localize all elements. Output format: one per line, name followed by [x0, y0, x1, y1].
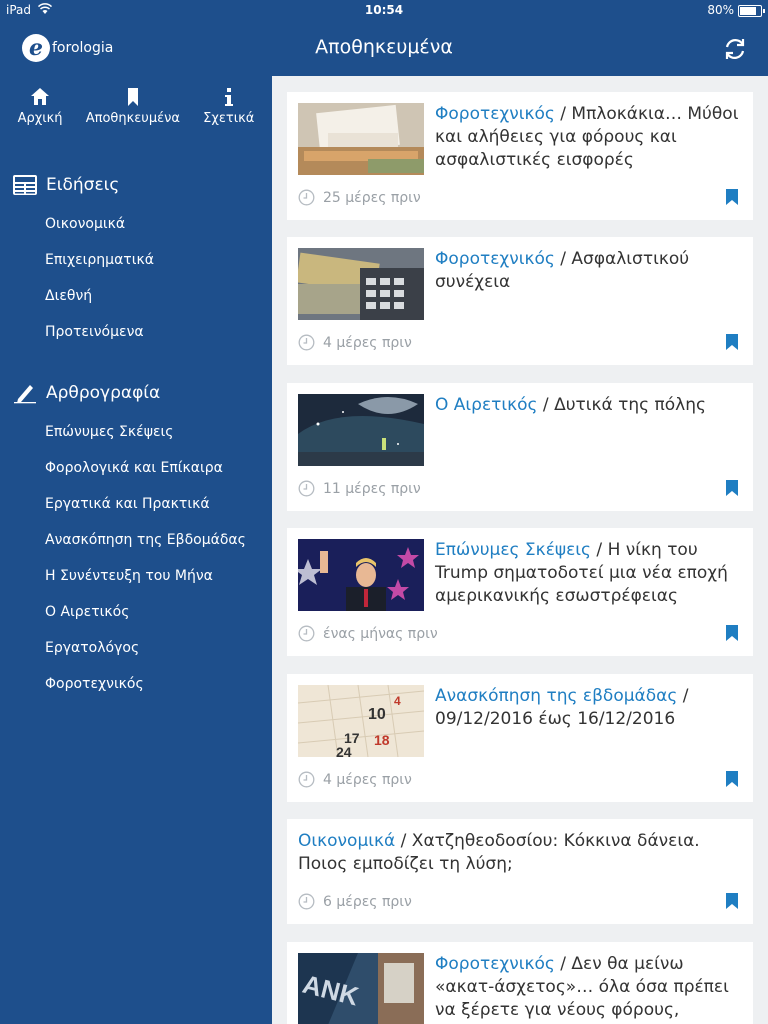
article-time: 6 μέρες πριν [323, 893, 412, 910]
article-category[interactable]: Φοροτεχνικός [435, 954, 555, 974]
clock: 10:54 [364, 3, 404, 17]
sidebar-news-item[interactable]: Επιχειρηματικά [45, 242, 272, 278]
sidebar-articles-item[interactable]: Φοροτεχνικός [45, 666, 272, 702]
article-category[interactable]: Ανασκόπηση της εβδομάδας [435, 686, 677, 706]
articles-list: Επώνυμες Σκέψεις Φορολογικά και Επίκαιρα Ε… [0, 414, 272, 702]
saved-articles-list: Φοροτεχνικός / Μπλοκάκια… Μύθοι και αλήθ… [272, 76, 768, 1024]
section-news: Ειδήσεις [12, 170, 272, 200]
svg-text:18: 18 [374, 732, 390, 748]
article-category[interactable]: Φοροτεχνικός [435, 104, 555, 124]
article-title: 09/12/2016 έως 16/12/2016 [435, 709, 676, 729]
newspaper-icon [13, 175, 37, 195]
battery-icon [738, 5, 765, 17]
bookmark-icon[interactable] [725, 188, 739, 206]
article-thumbnail [298, 539, 424, 611]
article-card[interactable]: Ο Αιρετικός / Δυτικά της πόλης 11 μέρες … [287, 383, 753, 511]
tab-home-label: Αρχική [17, 111, 63, 126]
info-icon [224, 88, 233, 106]
svg-text:24: 24 [336, 744, 352, 757]
section-articles-title: Αρθρογραφία [46, 383, 161, 403]
nav-bar: e forologia Αποθηκευμένα [0, 22, 768, 76]
article-time: 4 μέρες πριν [323, 334, 412, 351]
refresh-icon[interactable] [722, 36, 748, 62]
article-category[interactable]: Φοροτεχνικός [435, 249, 555, 269]
clock-icon [298, 893, 315, 910]
sidebar-articles-item[interactable]: Εργατικά και Πρακτικά [45, 486, 272, 522]
sidebar-articles-item[interactable]: Εργατολόγος [45, 630, 272, 666]
sidebar-tabs: Αρχική Αποθηκευμένα Σχετικά [0, 76, 272, 142]
sidebar-news-item[interactable]: Διεθνή [45, 278, 272, 314]
news-list: Οικονομικά Επιχειρηματικά Διεθνή Προτεινόμε… [0, 206, 272, 350]
home-icon [31, 88, 50, 105]
article-card[interactable]: Φοροτεχνικός / Ασφαλιστικού συνέχεια 4 μ… [287, 237, 753, 365]
status-bar: iPad 10:54 80% [0, 0, 768, 22]
article-thumbnail: 10 17 18 24 4 [298, 685, 424, 757]
bookmark-icon[interactable] [725, 892, 739, 910]
article-category[interactable]: Ο Αιρετικός [435, 395, 538, 415]
battery-level [740, 7, 756, 15]
article-time: 4 μέρες πριν [323, 771, 412, 788]
sidebar: Αρχική Αποθηκευμένα Σχετικά Ειδήσεις Οικ… [0, 76, 272, 1024]
clock-icon [298, 189, 315, 206]
sidebar-articles-item[interactable]: Ο Αιρετικός [45, 594, 272, 630]
article-card[interactable]: Φοροτεχνικός / Μπλοκάκια… Μύθοι και αλήθ… [287, 92, 753, 220]
tab-about-label: Σχετικά [203, 111, 255, 126]
bookmark-icon[interactable] [725, 624, 739, 642]
article-thumbnail [298, 103, 424, 175]
tab-about[interactable]: Σχετικά [203, 86, 254, 142]
section-news-title: Ειδήσεις [46, 175, 120, 195]
bookmark-icon[interactable] [725, 333, 739, 351]
bookmark-icon[interactable] [725, 770, 739, 788]
clock-icon [298, 334, 315, 351]
clock-icon [298, 480, 315, 497]
article-card[interactable]: Επώνυμες Σκέψεις / Η νίκη του Trump σημα… [287, 528, 753, 656]
tab-home[interactable]: Αρχική [18, 86, 63, 142]
pencil-icon [14, 385, 36, 404]
tab-saved-label: Αποθηκευμένα [85, 111, 180, 126]
sidebar-articles-item[interactable]: Φορολογικά και Επίκαιρα [45, 450, 272, 486]
article-title: Δυτικά της πόλης [554, 395, 706, 415]
bookmark-icon[interactable] [725, 479, 739, 497]
article-category[interactable]: Επώνυμες Σκέψεις [435, 540, 591, 560]
sidebar-news-item[interactable]: Προτεινόμενα [45, 314, 272, 350]
section-articles: Αρθρογραφία [12, 378, 272, 408]
article-time: ένας μήνας πριν [323, 625, 438, 642]
sidebar-articles-item[interactable]: Επώνυμες Σκέψεις [45, 414, 272, 450]
tab-saved[interactable]: Αποθηκευμένα [86, 86, 180, 142]
article-time: 25 μέρες πριν [323, 189, 421, 206]
article-card[interactable]: 10 17 18 24 4 Ανασκόπηση της εβδομάδας /… [287, 674, 753, 802]
article-thumbnail: ANK [298, 953, 424, 1024]
bookmark-icon [127, 88, 138, 106]
clock-icon [298, 771, 315, 788]
clock-icon [298, 625, 315, 642]
sidebar-articles-item[interactable]: Ανασκόπηση της Εβδομάδας [45, 522, 272, 558]
article-thumbnail [298, 394, 424, 466]
page-title: Αποθηκευμένα [315, 36, 453, 58]
sidebar-articles-item[interactable]: Η Συνέντευξη του Μήνα [45, 558, 272, 594]
article-card[interactable]: Οικονομικά / Χατζηθεοδοσίου: Κόκκινα δάν… [287, 819, 753, 924]
article-time: 11 μέρες πριν [323, 480, 421, 497]
battery-percent: 80% [707, 3, 734, 17]
article-thumbnail [298, 248, 424, 320]
article-card[interactable]: ANK Φοροτεχνικός / Δεν θα μείνω «ακατ-άσ… [287, 942, 753, 1024]
article-category[interactable]: Οικονομικά [298, 831, 395, 851]
svg-text:4: 4 [394, 694, 401, 708]
sidebar-news-item[interactable]: Οικονομικά [45, 206, 272, 242]
svg-text:10: 10 [368, 706, 386, 723]
